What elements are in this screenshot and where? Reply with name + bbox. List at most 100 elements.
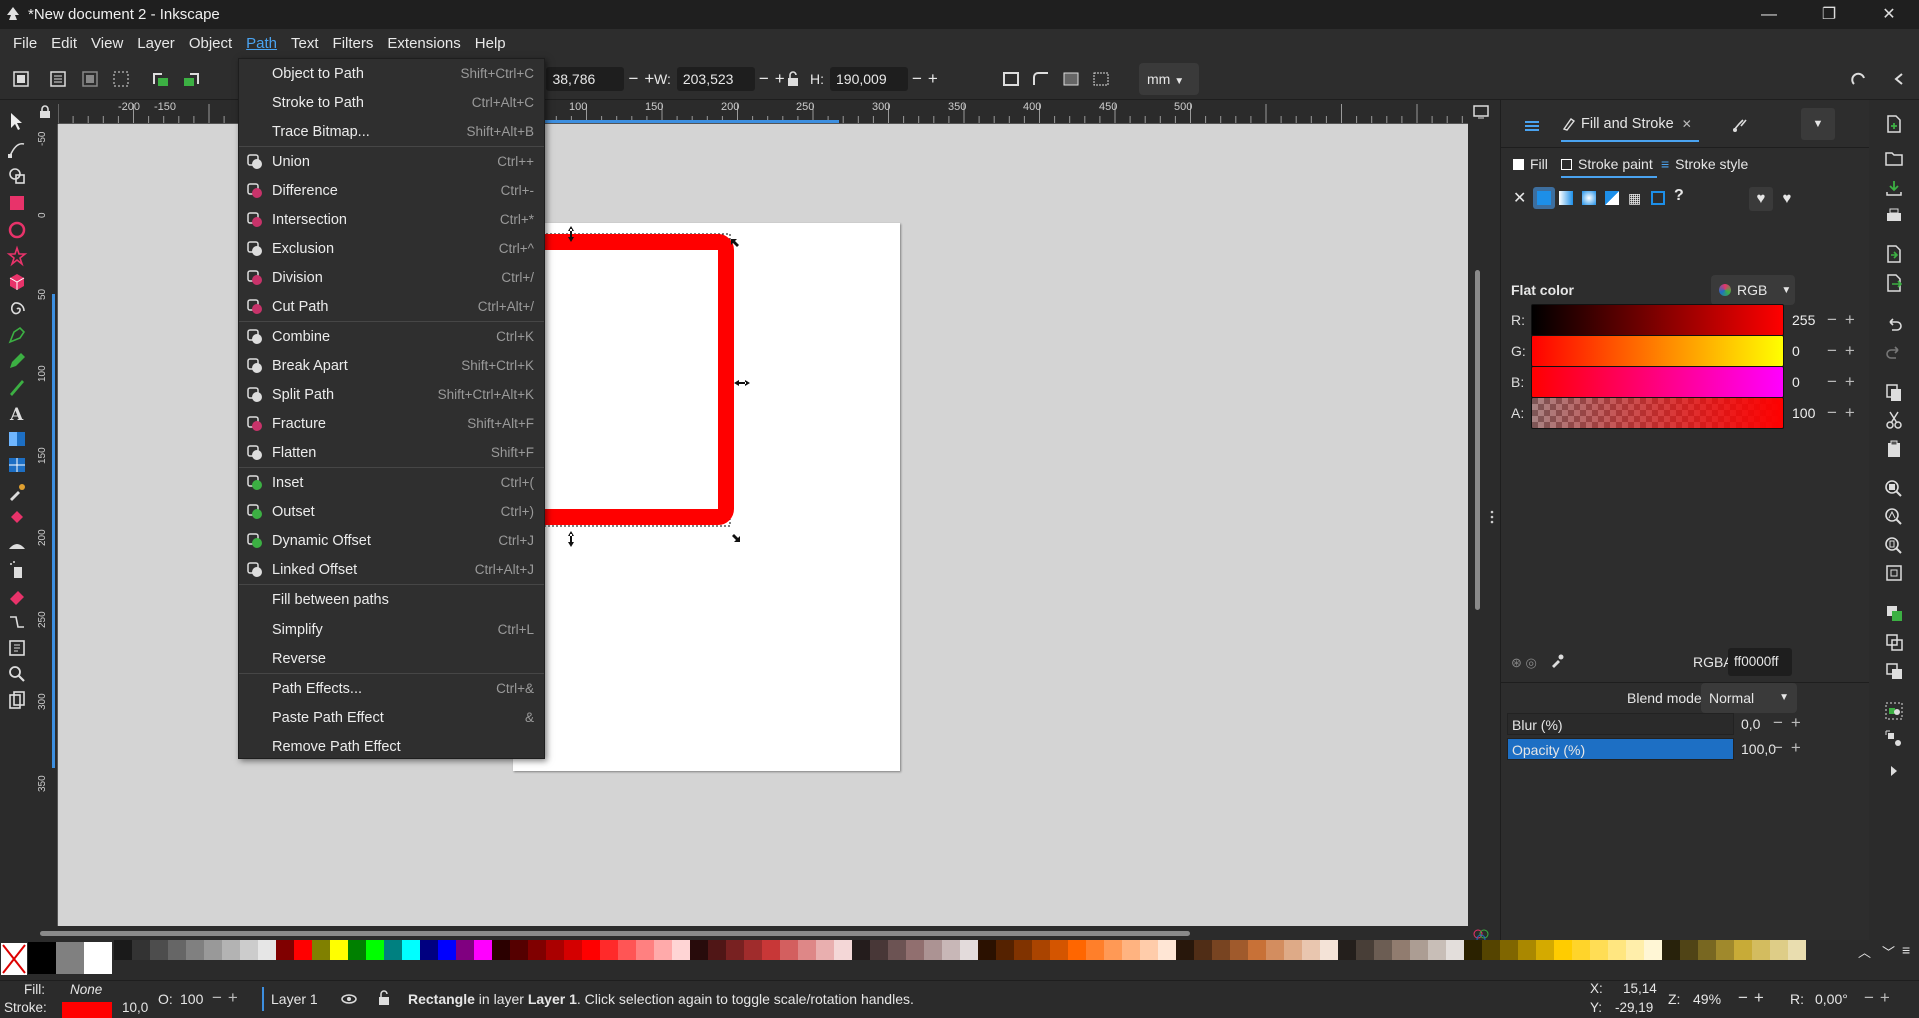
no-paint-icon[interactable]: ✕ bbox=[1513, 188, 1526, 208]
color-model-dropdown[interactable]: RGB ▼ bbox=[1711, 275, 1795, 305]
path-menu-item-inset[interactable]: Inset Ctrl+( bbox=[239, 468, 544, 497]
palette-swatch[interactable] bbox=[1068, 940, 1086, 960]
palette-swatch[interactable] bbox=[690, 940, 708, 960]
palette-swatch[interactable] bbox=[1266, 940, 1284, 960]
opacity-input[interactable]: 100 bbox=[180, 991, 203, 1007]
palette-swatch[interactable] bbox=[492, 940, 510, 960]
palette-swatch[interactable] bbox=[384, 940, 402, 960]
palette-swatch[interactable] bbox=[1230, 940, 1248, 960]
pattern-icon[interactable]: ▦ bbox=[1628, 190, 1641, 207]
palette-swatch[interactable] bbox=[420, 940, 438, 960]
palette-swatch[interactable] bbox=[1464, 940, 1482, 960]
palette-swatch[interactable] bbox=[258, 940, 276, 960]
palette-swatch[interactable] bbox=[780, 940, 798, 960]
y-input[interactable]: 38,786 bbox=[546, 67, 625, 91]
palette-swatch[interactable] bbox=[600, 940, 618, 960]
rgba-input[interactable]: ff0000ff bbox=[1728, 648, 1792, 676]
palette-swatch[interactable] bbox=[1158, 940, 1176, 960]
palette-swatch[interactable] bbox=[528, 940, 546, 960]
palette-swatch[interactable] bbox=[204, 940, 222, 960]
h-stepper[interactable]: −+ bbox=[912, 69, 944, 89]
redo-icon[interactable] bbox=[1883, 341, 1905, 363]
print-icon[interactable] bbox=[1883, 205, 1905, 227]
y-spinbox[interactable]: Y: 38,786 −+ bbox=[528, 67, 660, 91]
palette-swatch[interactable] bbox=[1212, 940, 1230, 960]
snap-toggle-icon[interactable] bbox=[1846, 66, 1872, 92]
path-menu-item-outset[interactable]: Outset Ctrl+) bbox=[239, 497, 544, 526]
move-patterns-icon[interactable] bbox=[1088, 66, 1114, 92]
path-menu-item-paste-path-effect[interactable]: Paste Path Effect & bbox=[239, 703, 544, 732]
red-slider-track[interactable] bbox=[1531, 304, 1784, 336]
palette-swatch[interactable] bbox=[186, 940, 204, 960]
scale-handle-right[interactable] bbox=[734, 380, 750, 386]
menu-view[interactable]: View bbox=[84, 29, 130, 58]
palette-swatch[interactable] bbox=[1014, 940, 1032, 960]
zoom-drawing-icon[interactable] bbox=[1883, 506, 1905, 528]
xml-editor-tab-icon[interactable] bbox=[1731, 116, 1749, 134]
menu-extensions[interactable]: Extensions bbox=[380, 29, 467, 58]
palette-swatch[interactable] bbox=[852, 940, 870, 960]
palette-swatch[interactable] bbox=[654, 940, 672, 960]
snap-options-icon[interactable] bbox=[1886, 66, 1906, 92]
w-spinbox[interactable]: W: 203,523 −+ bbox=[654, 67, 791, 91]
eye-icon[interactable] bbox=[340, 990, 358, 1008]
no-color-swatch[interactable] bbox=[0, 942, 28, 976]
path-menu-item-cut-path[interactable]: Cut Path Ctrl+Alt+/ bbox=[239, 292, 544, 321]
green-stepper[interactable]: −+ bbox=[1827, 341, 1863, 361]
palette-swatch[interactable] bbox=[960, 940, 978, 960]
rotation-stepper[interactable]: −+ bbox=[1864, 988, 1896, 1008]
mesh-tool-icon[interactable] bbox=[6, 454, 28, 476]
palette-swatch[interactable] bbox=[1788, 940, 1806, 960]
move-gradients-icon[interactable] bbox=[1058, 66, 1084, 92]
palette-menu-icon[interactable]: ≡ bbox=[1902, 942, 1910, 958]
opacity-value-input[interactable]: 100,0 bbox=[1741, 741, 1776, 757]
palette-swatch[interactable] bbox=[546, 940, 564, 960]
palette-swatch[interactable] bbox=[1428, 940, 1446, 960]
palette-swatch[interactable] bbox=[996, 940, 1014, 960]
zoom-stepper[interactable]: −+ bbox=[1738, 988, 1770, 1008]
path-menu-item-flatten[interactable]: Flatten Shift+F bbox=[239, 438, 544, 467]
palette-swatch[interactable] bbox=[1680, 940, 1698, 960]
palette-swatch[interactable] bbox=[114, 940, 132, 960]
unit-dropdown[interactable]: mm ▼ bbox=[1139, 63, 1199, 95]
palette-swatch[interactable] bbox=[1410, 940, 1428, 960]
swatch-icon[interactable] bbox=[1651, 191, 1665, 205]
alpha-channel-slider[interactable]: A: 100 −+ bbox=[1511, 397, 1863, 429]
radial-gradient-icon[interactable] bbox=[1582, 191, 1596, 205]
path-menu-item-fracture[interactable]: Fracture Shift+Alt+F bbox=[239, 409, 544, 438]
stroke-color-indicator[interactable] bbox=[62, 1002, 112, 1018]
zoom-selection-icon[interactable] bbox=[1883, 478, 1905, 500]
palette-swatch[interactable] bbox=[1590, 940, 1608, 960]
gradient-tool-icon[interactable] bbox=[6, 428, 28, 450]
palette-swatch[interactable] bbox=[1194, 940, 1212, 960]
path-menu-item-break-apart[interactable]: Break Apart Shift+Ctrl+K bbox=[239, 351, 544, 380]
spiral-tool-icon[interactable] bbox=[6, 298, 28, 320]
layers-tab-icon[interactable] bbox=[1523, 116, 1541, 134]
select-all-icon[interactable] bbox=[8, 66, 34, 92]
deselect-icon[interactable] bbox=[77, 66, 103, 92]
palette-swatch[interactable] bbox=[1446, 940, 1464, 960]
maximize-button[interactable]: ❐ bbox=[1799, 0, 1859, 29]
display-mode-icon[interactable] bbox=[1472, 104, 1490, 120]
dock-resize-handle-icon[interactable] bbox=[1488, 508, 1496, 526]
scale-stroke-icon[interactable] bbox=[998, 66, 1024, 92]
palette-swatch[interactable] bbox=[888, 940, 906, 960]
palette-swatch[interactable] bbox=[1320, 940, 1338, 960]
green-slider-track[interactable] bbox=[1531, 335, 1784, 367]
expand-commands-icon[interactable] bbox=[1883, 760, 1905, 782]
blur-stepper[interactable]: −+ bbox=[1773, 713, 1809, 733]
palette-swatch[interactable] bbox=[1392, 940, 1410, 960]
palette-swatch[interactable] bbox=[1104, 940, 1122, 960]
fill-rule-evenodd-icon[interactable]: ♥ bbox=[1749, 187, 1773, 211]
green-channel-slider[interactable]: G: 0 −+ bbox=[1511, 335, 1863, 367]
red-value-input[interactable]: 255 bbox=[1792, 312, 1827, 328]
path-menu-item-path-effects[interactable]: Path Effects... Ctrl+& bbox=[239, 674, 544, 703]
palette-swatch-gray[interactable] bbox=[56, 942, 84, 974]
connector-tool-icon[interactable] bbox=[6, 611, 28, 633]
minimize-button[interactable]: — bbox=[1739, 0, 1799, 29]
palette-swatch[interactable] bbox=[1572, 940, 1590, 960]
pencil-tool-icon[interactable] bbox=[6, 350, 28, 372]
red-stepper[interactable]: −+ bbox=[1827, 310, 1863, 330]
path-menu-item-intersection[interactable]: Intersection Ctrl+* bbox=[239, 205, 544, 234]
palette-swatch[interactable] bbox=[906, 940, 924, 960]
